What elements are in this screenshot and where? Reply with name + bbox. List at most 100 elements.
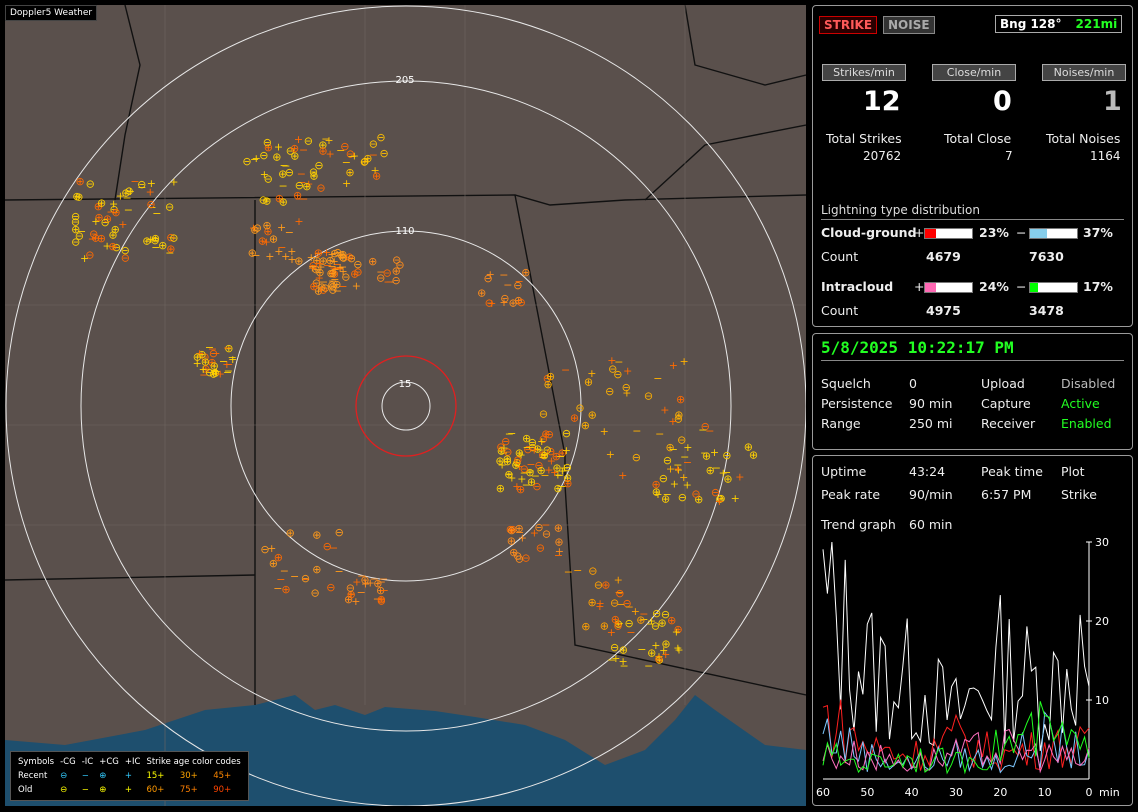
peak-rate-value: 90/min <box>909 487 953 502</box>
trend-x-tick: 20 <box>993 786 1007 799</box>
uptime-label: Uptime <box>821 464 867 479</box>
strike-button[interactable]: STRIKE <box>819 16 878 34</box>
trend-x-tick: 0 <box>1086 786 1093 799</box>
strike-marker: ⊖ <box>542 527 551 540</box>
strike-marker: ⊖ <box>545 428 554 441</box>
trend-series <box>822 541 1090 775</box>
strike-marker: + <box>595 597 604 610</box>
strike-marker: ⊕ <box>516 483 525 496</box>
strike-marker: − <box>505 428 514 441</box>
strike-marker: ⊕ <box>111 206 120 219</box>
ic-plus-fill <box>925 283 937 292</box>
noise-button[interactable]: NOISE <box>883 16 935 34</box>
strike-marker: + <box>719 467 728 480</box>
strike-marker: ⊖ <box>610 641 619 654</box>
strike-marker: ⊖ <box>605 385 614 398</box>
strike-marker: + <box>169 176 178 189</box>
strike-marker: ⊕ <box>269 557 278 570</box>
ic-minus-bar <box>1029 282 1078 293</box>
strike-marker: − <box>88 233 97 246</box>
strike-marker: + <box>618 469 627 482</box>
strike-marker: + <box>530 444 539 457</box>
receiver-label: Receiver <box>981 416 1036 431</box>
strike-marker: − <box>369 149 378 162</box>
strike-marker: ⊖ <box>146 198 155 211</box>
plot-type-value[interactable]: Strike <box>1061 487 1097 502</box>
strike-marker: + <box>294 215 303 228</box>
ic-minus-fill <box>1030 283 1038 292</box>
strike-marker: ⊕ <box>636 614 645 627</box>
strike-marker: ⊕ <box>584 376 593 389</box>
strike-marker: ⊖ <box>71 210 80 223</box>
strike-marker: − <box>357 586 366 599</box>
strike-marker: ⊖ <box>326 581 335 594</box>
cg-plus-sign: + <box>914 225 925 240</box>
strike-marker: ⊕ <box>601 578 610 591</box>
strike-marker: + <box>487 297 496 310</box>
strike-marker: ⊖ <box>691 488 700 501</box>
ic-minus-pct: 17% <box>1083 279 1113 294</box>
strike-marker: + <box>350 150 359 163</box>
strike-marker: ⊖ <box>304 135 313 148</box>
ring-label-15: 15 <box>399 379 412 390</box>
strike-marker: − <box>520 466 529 479</box>
strike-marker: ⊖ <box>335 526 344 539</box>
strike-marker: ⊕ <box>294 254 303 267</box>
strike-marker: − <box>77 225 86 238</box>
legend-header-neg-cg: -CG <box>60 757 76 767</box>
squelch-value: 0 <box>909 376 917 391</box>
strike-marker: + <box>267 542 276 555</box>
strike-marker: + <box>562 444 571 457</box>
strike-marker: − <box>251 249 260 262</box>
strike-marker: ⊖ <box>346 581 355 594</box>
strike-marker: − <box>223 342 232 355</box>
intracloud-label: Intracloud <box>821 279 894 294</box>
squelch-label: Squelch <box>821 376 871 391</box>
strike-marker: − <box>122 192 131 205</box>
strike-marker: ⊕ <box>97 197 106 210</box>
noises-per-min-value: 1 <box>1103 86 1122 117</box>
plot-label: Plot <box>1061 464 1085 479</box>
total-noises-label: Total Noises <box>1046 131 1121 146</box>
strike-marker: − <box>377 575 386 588</box>
ic-minus-count: 3478 <box>1029 303 1064 318</box>
strike-stats-panel: STRIKE NOISE Bng 128° 221mi Strikes/min C… <box>812 5 1133 327</box>
strike-marker: ⊖ <box>613 619 622 632</box>
strike-marker: ⊖ <box>391 274 400 287</box>
strike-marker: ⊖ <box>347 252 356 265</box>
cg-minus-sign: − <box>1016 225 1027 240</box>
strike-marker: ⊕ <box>619 643 628 656</box>
strike-marker: − <box>644 659 653 672</box>
trend-graph-label: Trend graph <box>821 517 896 532</box>
age-30: 30+ <box>179 771 198 781</box>
strike-marker: ⊖ <box>121 252 130 265</box>
strike-marker: − <box>573 564 582 577</box>
strike-marker: + <box>710 446 719 459</box>
strike-marker: ⊖ <box>205 366 214 379</box>
strike-marker: + <box>260 168 269 181</box>
strike-marker: ⊕ <box>360 573 369 586</box>
strike-marker: ⊕ <box>581 620 590 633</box>
pos-cg-old-icon: ⊕ <box>99 785 107 795</box>
strike-marker: + <box>499 296 508 309</box>
strike-marker: − <box>531 470 540 483</box>
distribution-divider <box>821 219 1124 220</box>
strike-marker: − <box>626 626 635 639</box>
strike-marker: − <box>290 570 299 583</box>
trend-x-unit: min <box>1099 786 1120 799</box>
strike-marker: + <box>679 355 688 368</box>
cg-plus-pct: 23% <box>979 225 1009 240</box>
strike-marker: ⊖ <box>295 179 304 192</box>
strike-marker: − <box>285 226 294 239</box>
total-close-value: 7 <box>1005 149 1013 163</box>
total-close-label: Total Close <box>944 131 1012 146</box>
trend-y-tick: 20 <box>1095 615 1109 628</box>
strike-marker: − <box>637 643 646 656</box>
strike-marker: ⊕ <box>563 477 572 490</box>
lightning-map[interactable]: 205 110 15 ⊕ − − ⊕ ⊖ − ⊕ ⊖ ⊕ − − ⊕ + ⊕ + ⊖ ⊖ ⊕ − + ⊖ + ⊖ − ⊖ ⊖ + − ⊕… <box>5 5 806 806</box>
strike-marker: + <box>325 148 334 161</box>
strike-marker: ⊕ <box>554 521 563 534</box>
strike-marker: + <box>530 527 539 540</box>
strike-marker: + <box>228 353 237 366</box>
strike-markers: ⊕−−⊕⊖−⊕ ⊖⊕−−⊕+⊕+ ⊖⊖⊕− +⊖+⊖−⊖⊖+−⊕⊕⊖⊖⊕⊕−− ⊖⊕+ −… <box>71 131 758 672</box>
